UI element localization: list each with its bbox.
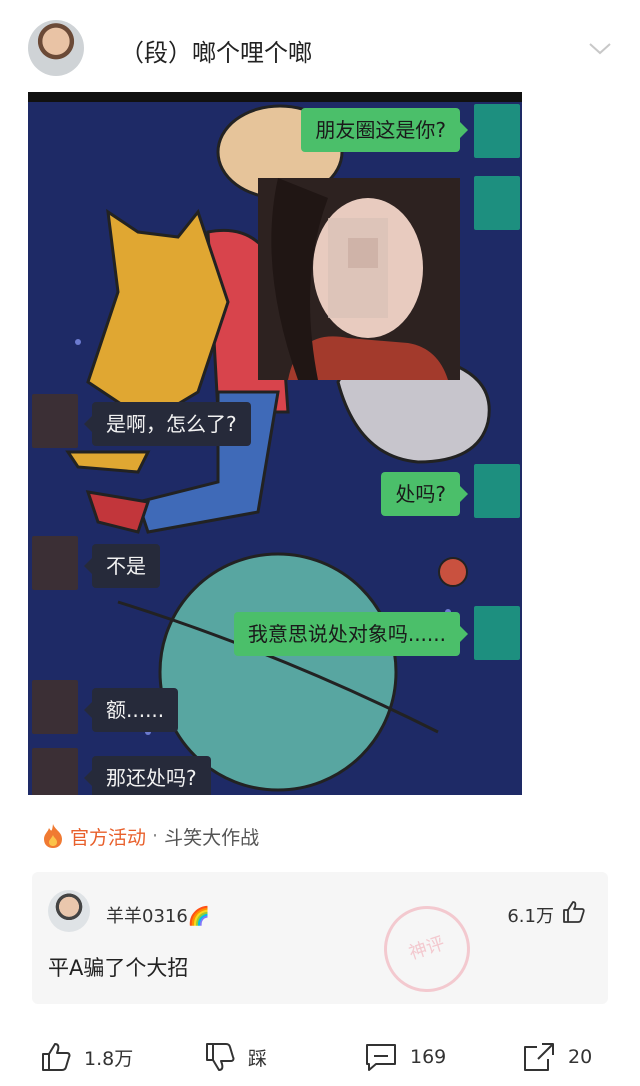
chat-avatar-me <box>474 464 520 518</box>
comment-avatar[interactable] <box>48 890 90 932</box>
chat-avatar-her <box>32 680 78 734</box>
like-count: 1.8万 <box>84 1047 134 1070</box>
activity-label: 官方活动 <box>70 826 147 849</box>
share-count: 20 <box>568 1046 593 1068</box>
author-name[interactable]: （段）啷个哩个啷 <box>120 33 312 68</box>
comment-count: 169 <box>410 1046 447 1068</box>
comment-text: 平A骗了个大招 <box>48 956 189 980</box>
chat-message: 额...... <box>83 688 179 732</box>
chat-message: 我意思说处对象吗...... <box>233 612 469 656</box>
chevron-down-icon[interactable] <box>586 38 614 58</box>
thumb-up-icon[interactable] <box>562 900 586 924</box>
comment-like-count: 6.1万 <box>507 906 554 927</box>
chat-message: 朋友圈这是你? <box>301 108 468 152</box>
activity-tag[interactable]: 官方活动 · 斗笑大作战 <box>42 818 259 854</box>
watermark-stamp: 神评 <box>372 894 482 1004</box>
dislike-button[interactable]: 踩 <box>204 1040 267 1074</box>
thumb-up-icon <box>42 1043 71 1071</box>
chat-message: 不是 <box>84 544 160 588</box>
chat-message: 那还处吗? <box>84 756 211 795</box>
shared-photo <box>258 178 460 380</box>
activity-name: 斗笑大作战 <box>164 826 260 849</box>
chat-avatar-me <box>474 176 520 230</box>
chat-avatar-her <box>32 536 78 590</box>
post-header: （段）啷个哩个啷 <box>0 0 640 96</box>
fire-icon <box>44 824 62 848</box>
activity-separator: · <box>152 825 159 847</box>
chat-avatar-me <box>474 606 520 660</box>
comment-username[interactable]: 羊羊0316🌈 <box>106 902 210 928</box>
chat-message: 处吗? <box>381 472 468 516</box>
chat-avatar-her <box>32 748 78 795</box>
share-button[interactable]: 20 <box>522 1040 592 1074</box>
like-button[interactable]: 1.8万 <box>40 1040 133 1074</box>
post-image[interactable]: 朋友圈这是你? 是啊，怎么了? 处吗? 不是 我意思说处对象吗...... 额.… <box>28 92 522 795</box>
action-bar: 1.8万 踩 169 20 <box>0 1030 640 1082</box>
chat-avatar-me <box>474 104 520 158</box>
author-avatar[interactable] <box>28 20 84 76</box>
share-icon <box>524 1043 554 1071</box>
chat-message: 是啊，怎么了? <box>84 402 251 446</box>
comment-icon <box>366 1044 396 1071</box>
top-comment[interactable]: 羊羊0316🌈 6.1万 神评 平A骗了个大招 <box>32 872 608 1004</box>
thumb-down-icon <box>206 1043 235 1071</box>
dislike-label: 踩 <box>248 1047 268 1070</box>
comment-button[interactable]: 169 <box>364 1040 446 1074</box>
chat-avatar-her <box>32 394 78 448</box>
